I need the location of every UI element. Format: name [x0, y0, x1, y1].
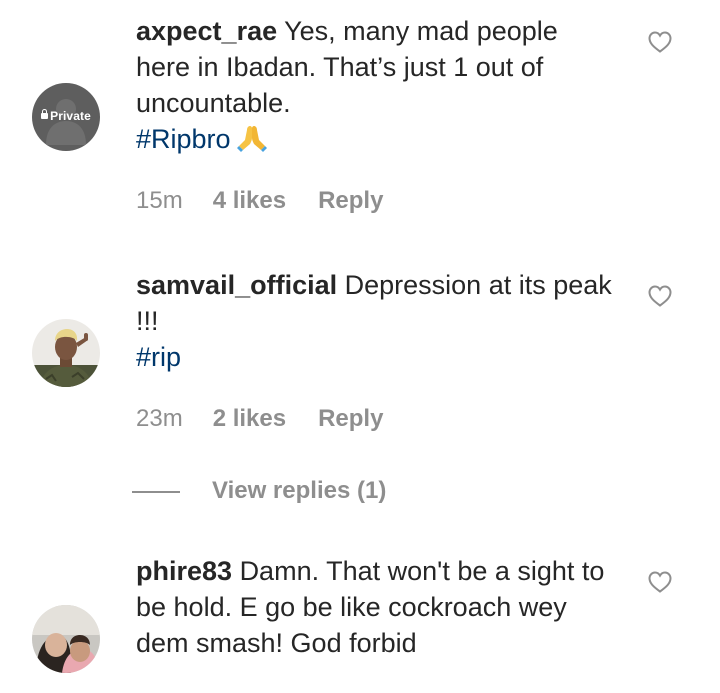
comment-meta: 23m 2 likes Reply	[136, 404, 383, 434]
comment-username[interactable]: samvail_official	[136, 270, 337, 300]
user-avatar[interactable]	[32, 605, 100, 673]
user-avatar[interactable]	[32, 319, 100, 387]
view-replies-label[interactable]: View replies (1)	[212, 476, 386, 506]
heart-outline-icon[interactable]	[648, 571, 672, 593]
likes-count[interactable]: 2 likes	[213, 404, 286, 434]
hashtag-link[interactable]: #Ripbro	[136, 121, 616, 157]
replies-divider-line	[132, 491, 180, 493]
private-label: Private	[32, 109, 100, 123]
reply-button[interactable]: Reply	[318, 186, 383, 216]
comment-text: phire83 Damn. That won't be a sight to b…	[136, 553, 616, 661]
profile-photo	[32, 605, 100, 673]
lock-icon	[41, 109, 49, 119]
folded-hands-emoji-icon	[236, 126, 267, 152]
comment-text: axpect_rae Yes, many mad people here in …	[136, 13, 616, 157]
comment-username[interactable]: axpect_rae	[136, 16, 277, 46]
reply-button[interactable]: Reply	[318, 404, 383, 434]
hashtag-link[interactable]: #rip	[136, 339, 616, 375]
comment-time: 23m	[136, 405, 183, 432]
comment-time: 15m	[136, 187, 183, 214]
comment-username[interactable]: phire83	[136, 556, 232, 586]
private-avatar[interactable]: Private	[32, 83, 100, 151]
comment-meta: 15m 4 likes Reply	[136, 186, 383, 216]
comment-text: samvail_official Depression at its peak …	[136, 267, 616, 375]
likes-count[interactable]: 4 likes	[213, 186, 286, 216]
heart-outline-icon[interactable]	[648, 285, 672, 307]
heart-outline-icon[interactable]	[648, 31, 672, 53]
profile-photo	[32, 319, 100, 387]
